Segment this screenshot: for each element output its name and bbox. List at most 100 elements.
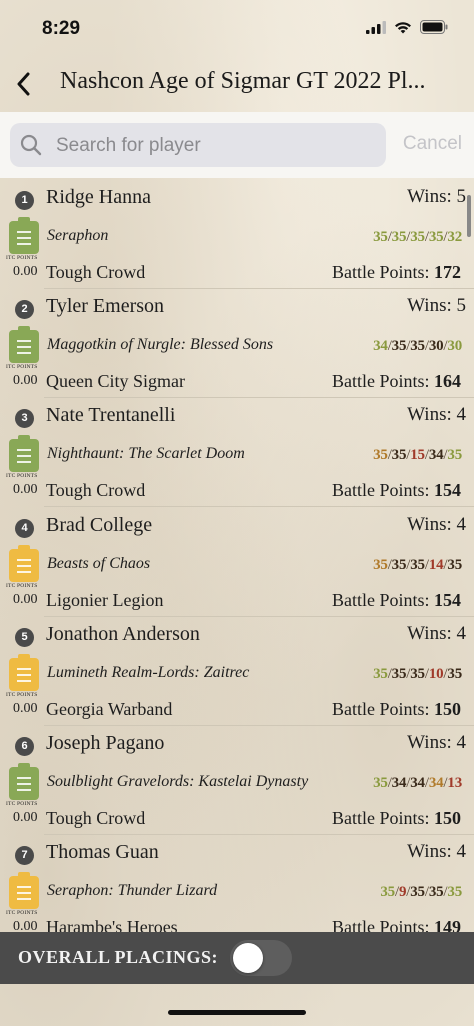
club-name: Harambe's Heroes: [46, 917, 178, 932]
clipboard-icon[interactable]: [9, 435, 39, 472]
itc-points-label: ITC POINTS: [6, 255, 38, 261]
clipboard-icon[interactable]: [9, 545, 39, 582]
round-score: 35: [380, 884, 395, 900]
itc-points-label: ITC POINTS: [6, 801, 38, 807]
round-score: 34: [410, 775, 425, 791]
search-input[interactable]: [54, 123, 378, 169]
player-name: Joseph Pagano: [46, 732, 165, 754]
player-row[interactable]: 2 Tyler Emerson Wins: 5 Maggotkin of Nur…: [0, 289, 474, 398]
round-scores: 35/35/35/14/35: [373, 557, 462, 574]
round-score: 35: [391, 557, 407, 573]
itc-points-value: 0.00: [13, 264, 38, 279]
clipboard-icon[interactable]: [9, 217, 39, 254]
clipboard-icon[interactable]: [9, 872, 39, 909]
round-score: 35: [410, 338, 425, 354]
player-row[interactable]: 1 Ridge Hanna Wins: 5 Seraphon 35/35/35/…: [0, 180, 474, 289]
wins-count: Wins: 5: [407, 186, 466, 207]
round-score: 35: [391, 229, 407, 245]
round-score: 35: [428, 884, 444, 900]
battery-icon: [420, 20, 448, 34]
player-name: Tyler Emerson: [46, 295, 165, 317]
overall-placings-label: OVERALL PLACINGS:: [18, 947, 219, 967]
clipboard-icon[interactable]: [9, 654, 39, 691]
wifi-icon: [395, 21, 411, 33]
search-bar: Cancel: [0, 112, 474, 178]
round-scores: 35/35/15/34/35: [373, 447, 462, 464]
battle-points: Battle Points: 154: [331, 590, 461, 610]
toggle-knob: [233, 943, 263, 973]
round-score: 35: [391, 338, 407, 354]
round-score: 34: [428, 447, 444, 463]
navigation-bar: Nashcon Age of Sigmar GT 2022 Pl...: [0, 56, 474, 112]
round-score: 30: [428, 338, 444, 354]
home-indicator[interactable]: [168, 1010, 306, 1015]
round-score: 35: [447, 557, 462, 573]
wins-count: Wins: 4: [407, 841, 466, 862]
player-name: Nate Trentanelli: [46, 404, 176, 426]
rank-badge: 2: [15, 300, 34, 319]
player-list[interactable]: 1 Ridge Hanna Wins: 5 Seraphon 35/35/35/…: [0, 180, 474, 932]
battle-points: Battle Points: 172: [331, 262, 461, 282]
battle-points: Battle Points: 164: [331, 371, 461, 391]
faction-name: Seraphon: [47, 227, 109, 244]
itc-points-label: ITC POINTS: [6, 692, 38, 698]
round-score: 35: [373, 557, 388, 573]
page-title: Nashcon Age of Sigmar GT 2022 Pl...: [60, 68, 426, 94]
faction-name: Lumineth Realm-Lords: Zaitrec: [47, 664, 250, 681]
overall-placings-bar: OVERALL PLACINGS:: [0, 932, 474, 984]
round-score: 35: [447, 447, 462, 463]
player-name: Ridge Hanna: [46, 186, 151, 208]
faction-name: Maggotkin of Nurgle: Blessed Sons: [47, 336, 274, 353]
itc-points-value: 0.00: [13, 373, 38, 388]
battle-points: Battle Points: 150: [331, 808, 461, 828]
wins-count: Wins: 4: [407, 732, 466, 753]
round-score: 10: [428, 666, 444, 682]
back-button[interactable]: [8, 66, 38, 102]
round-score: 15: [410, 447, 425, 463]
player-row[interactable]: 4 Brad College Wins: 4 Beasts of Chaos 3…: [0, 508, 474, 617]
round-score: 35: [410, 884, 425, 900]
rank-badge: 7: [15, 846, 34, 865]
player-row[interactable]: 5 Jonathon Anderson Wins: 4 Lumineth Rea…: [0, 617, 474, 726]
round-score: 32: [447, 229, 462, 245]
round-score: 13: [447, 775, 462, 791]
round-scores: 35/9/35/35/35: [380, 884, 462, 901]
round-score: 14: [428, 557, 444, 573]
round-score: 35: [410, 666, 425, 682]
status-icons: [366, 20, 448, 34]
clipboard-icon[interactable]: [9, 326, 39, 363]
round-score: 35: [428, 229, 444, 245]
round-score: 35: [391, 447, 407, 463]
rank-badge: 6: [15, 737, 34, 756]
search-field[interactable]: [10, 123, 386, 169]
round-scores: 35/35/35/10/35: [373, 666, 462, 683]
chevron-left-icon: [17, 72, 30, 96]
battle-points: Battle Points: 154: [331, 480, 461, 500]
round-scores: 34/35/35/30/30: [373, 338, 462, 355]
wins-count: Wins: 4: [407, 514, 466, 535]
wins-count: Wins: 5: [407, 295, 466, 316]
status-time: 8:29: [42, 18, 81, 39]
itc-points-label: ITC POINTS: [6, 583, 38, 589]
club-name: Ligonier Legion: [46, 590, 164, 610]
round-score: 35: [447, 666, 462, 682]
round-scores: 35/34/34/34/13: [373, 775, 462, 792]
round-score: 35: [373, 447, 388, 463]
club-name: Tough Crowd: [46, 480, 146, 500]
signal-icon: [366, 20, 386, 34]
round-score: 35: [373, 666, 388, 682]
club-name: Queen City Sigmar: [46, 371, 185, 391]
round-score: 35: [391, 666, 407, 682]
cancel-button[interactable]: Cancel: [403, 133, 462, 155]
clipboard-icon[interactable]: [9, 763, 39, 800]
player-row[interactable]: 3 Nate Trentanelli Wins: 4 Nighthaunt: T…: [0, 398, 474, 507]
overall-placings-toggle[interactable]: [230, 940, 292, 976]
player-row[interactable]: 7 Thomas Guan Wins: 4 Seraphon: Thunder …: [0, 835, 474, 932]
itc-points-value: 0.00: [13, 701, 38, 716]
player-row[interactable]: 6 Joseph Pagano Wins: 4 Soulblight Grave…: [0, 726, 474, 835]
scrollbar[interactable]: [467, 195, 471, 237]
battle-points: Battle Points: 149: [331, 917, 461, 932]
row-divider: [44, 506, 474, 507]
itc-points-label: ITC POINTS: [6, 364, 38, 370]
rank-badge: 3: [15, 409, 34, 428]
